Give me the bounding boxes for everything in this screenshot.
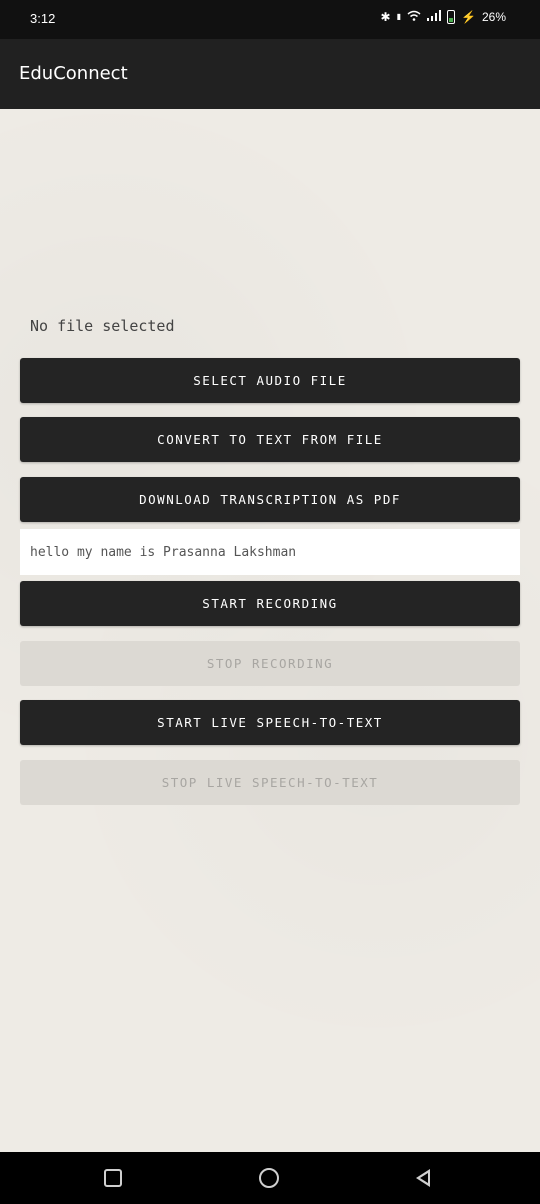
bluetooth-icon: ✱: [380, 10, 391, 24]
signal-icon: [427, 10, 442, 24]
wifi-icon: [407, 10, 421, 24]
back-icon[interactable]: [416, 1169, 430, 1187]
status-icons: ✱ ▮ ⚡ 26%: [381, 10, 506, 24]
recents-icon[interactable]: [104, 1169, 122, 1187]
home-icon[interactable]: [259, 1168, 279, 1188]
file-status-label: No file selected: [30, 317, 175, 335]
app-bar: EduConnect: [0, 39, 540, 109]
transcription-field[interactable]: hello my name is Prasanna Lakshman: [20, 529, 520, 575]
select-audio-file-button[interactable]: SELECT AUDIO FILE: [20, 358, 520, 403]
battery-percent: 26%: [481, 10, 506, 24]
convert-to-text-button[interactable]: CONVERT TO TEXT FROM FILE: [20, 417, 520, 462]
stop-live-speech-button[interactable]: STOP LIVE SPEECH-TO-TEXT: [20, 760, 520, 805]
navigation-bar: [0, 1152, 540, 1204]
stop-recording-button[interactable]: STOP RECORDING: [20, 641, 520, 686]
start-recording-button[interactable]: START RECORDING: [20, 581, 520, 626]
app-title: EduConnect: [19, 63, 128, 84]
status-time: 3:12: [30, 11, 56, 26]
nr-icon: ▮: [396, 12, 402, 21]
start-live-speech-button[interactable]: START LIVE SPEECH-TO-TEXT: [20, 700, 520, 745]
download-pdf-button[interactable]: DOWNLOAD TRANSCRIPTION AS PDF: [20, 477, 520, 522]
charging-icon: ⚡: [461, 10, 476, 24]
status-bar: 3:12 ✱ ▮ ⚡ 26%: [0, 0, 540, 39]
battery-icon: [447, 10, 456, 24]
main-content: [0, 109, 540, 1152]
